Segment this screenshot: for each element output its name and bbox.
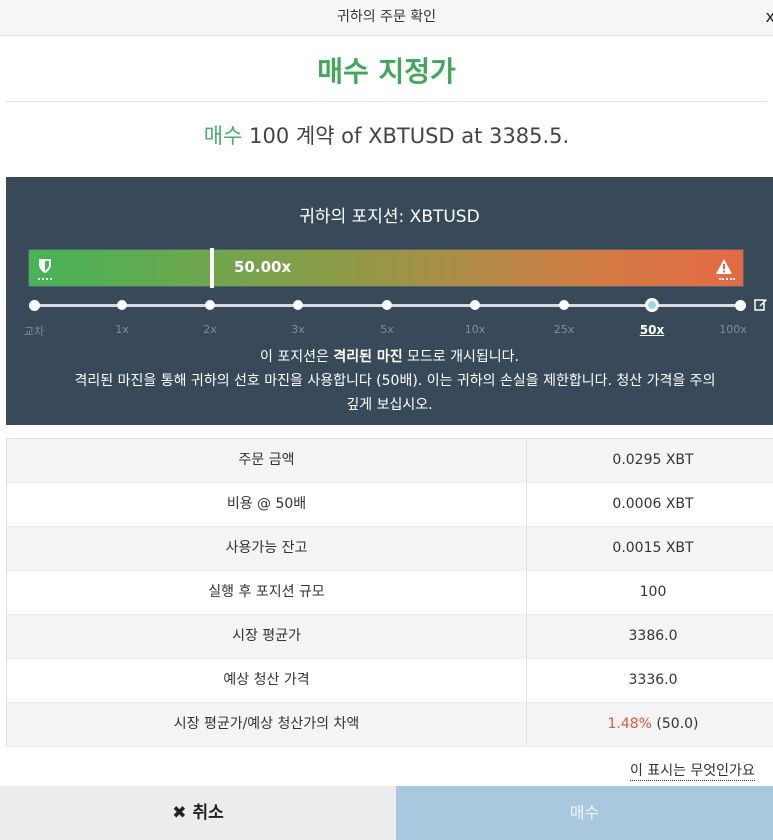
row-label: 실행 후 포지션 규모 bbox=[7, 571, 527, 614]
liquidation-distance-abs: (50.0) bbox=[651, 716, 699, 732]
margin-explanation-cont: 깊게 보십시오. bbox=[346, 397, 433, 413]
leverage-marker[interactable] bbox=[210, 248, 214, 288]
slider-tick[interactable] bbox=[559, 300, 569, 310]
shield-icon[interactable] bbox=[39, 259, 51, 277]
leverage-value: 50.00x bbox=[234, 258, 292, 276]
row-label: 시장 평균가 bbox=[7, 615, 527, 658]
order-summary: 매수 100 계약 of XBTUSD at 3385.5. bbox=[0, 120, 773, 150]
margin-mode-suffix: 모드로 개시됩니다. bbox=[402, 349, 519, 365]
table-row: 예상 청산 가격 3336.0 bbox=[7, 659, 773, 703]
row-value: 0.0295 XBT bbox=[612, 452, 694, 468]
table-row: 사용가능 잔고 0.0015 XBT bbox=[7, 527, 773, 571]
row-label: 시장 평균가/예상 청산가의 차액 bbox=[7, 703, 527, 746]
window-title: 귀하의 주문 확인 bbox=[336, 9, 437, 25]
table-row: 주문 금액 0.0295 XBT bbox=[7, 439, 773, 483]
slider-label[interactable]: 교차 bbox=[24, 323, 44, 339]
leverage-slider[interactable] bbox=[29, 298, 746, 312]
slider-label[interactable]: 10x bbox=[465, 323, 486, 336]
slider-label[interactable]: 5x bbox=[380, 323, 394, 336]
order-summary-text: 100 계약 of XBTUSD at 3385.5. bbox=[242, 124, 570, 148]
row-value: 0.0006 XBT bbox=[612, 496, 694, 512]
slider-tick[interactable] bbox=[735, 300, 746, 311]
warning-icon[interactable] bbox=[715, 258, 733, 276]
slider-tick[interactable] bbox=[382, 300, 392, 310]
order-details-table: 주문 금액 0.0295 XBT 비용 @ 50배 0.0006 XBT 사용가… bbox=[6, 438, 773, 747]
slider-label[interactable]: 3x bbox=[291, 323, 305, 336]
slider-label[interactable]: 25x bbox=[554, 323, 575, 336]
margin-mode-prefix: 이 포지션은 bbox=[260, 349, 334, 365]
buy-label: 매수 bbox=[569, 803, 600, 822]
warning-underline bbox=[719, 278, 735, 280]
position-title: 귀하의 포지션: XBTUSD bbox=[299, 207, 480, 227]
table-row: 시장 평균가/예상 청산가의 차액 1.48% (50.0) bbox=[7, 703, 773, 747]
cancel-label: 취소 bbox=[192, 803, 224, 823]
help-link[interactable]: 이 표시는 무엇인가요 bbox=[630, 760, 755, 781]
slider-handle[interactable] bbox=[645, 298, 659, 312]
order-heading: 매수 지정가 bbox=[317, 55, 456, 88]
slider-tick[interactable] bbox=[117, 300, 127, 310]
row-value: 3336.0 bbox=[628, 672, 678, 688]
edit-icon[interactable] bbox=[754, 297, 768, 315]
row-label: 예상 청산 가격 bbox=[7, 659, 527, 702]
order-side: 매수 bbox=[203, 124, 243, 148]
divider bbox=[6, 101, 767, 102]
margin-mode-bold: 격리된 마진 bbox=[333, 349, 403, 365]
row-label: 비용 @ 50배 bbox=[7, 483, 527, 526]
row-value: 0.0015 XBT bbox=[612, 540, 694, 556]
position-panel: 귀하의 포지션: XBTUSD 50.00x 교차 1x 2x 3x 5x 10… bbox=[6, 177, 773, 425]
slider-tick[interactable] bbox=[293, 300, 303, 310]
row-label: 주문 금액 bbox=[7, 439, 527, 482]
buy-button[interactable]: 매수 bbox=[396, 786, 773, 840]
shield-underline bbox=[38, 278, 52, 280]
slider-tick[interactable] bbox=[470, 300, 480, 310]
close-icon: ✖ bbox=[172, 803, 187, 823]
title-bar: 귀하의 주문 확인 x bbox=[0, 0, 773, 36]
leverage-bar[interactable]: 50.00x bbox=[28, 248, 744, 288]
row-value: 1.48% (50.0) bbox=[527, 703, 773, 746]
slider-label[interactable]: 2x bbox=[203, 323, 217, 336]
slider-tick[interactable] bbox=[205, 300, 215, 310]
liquidation-distance-pct: 1.48% bbox=[607, 716, 652, 732]
slider-tick[interactable] bbox=[29, 300, 40, 311]
close-icon[interactable]: x bbox=[766, 0, 773, 34]
slider-label[interactable]: 1x bbox=[115, 323, 129, 336]
margin-mode-text: 이 포지션은 격리된 마진 모드로 개시됩니다. bbox=[6, 346, 773, 366]
slider-label-selected[interactable]: 50x bbox=[640, 323, 664, 337]
row-value: 100 bbox=[639, 584, 667, 600]
table-row: 비용 @ 50배 0.0006 XBT bbox=[7, 483, 773, 527]
row-value: 3386.0 bbox=[628, 628, 678, 644]
table-row: 시장 평균가 3386.0 bbox=[7, 615, 773, 659]
slider-label[interactable]: 100x bbox=[719, 323, 747, 336]
cancel-button[interactable]: ✖ 취소 bbox=[0, 786, 396, 840]
table-row: 실행 후 포지션 규모 100 bbox=[7, 571, 773, 615]
row-label: 사용가능 잔고 bbox=[7, 527, 527, 570]
margin-explanation: 격리된 마진을 통해 귀하의 선호 마진을 사용합니다 (50배). 이는 귀하… bbox=[74, 373, 716, 389]
